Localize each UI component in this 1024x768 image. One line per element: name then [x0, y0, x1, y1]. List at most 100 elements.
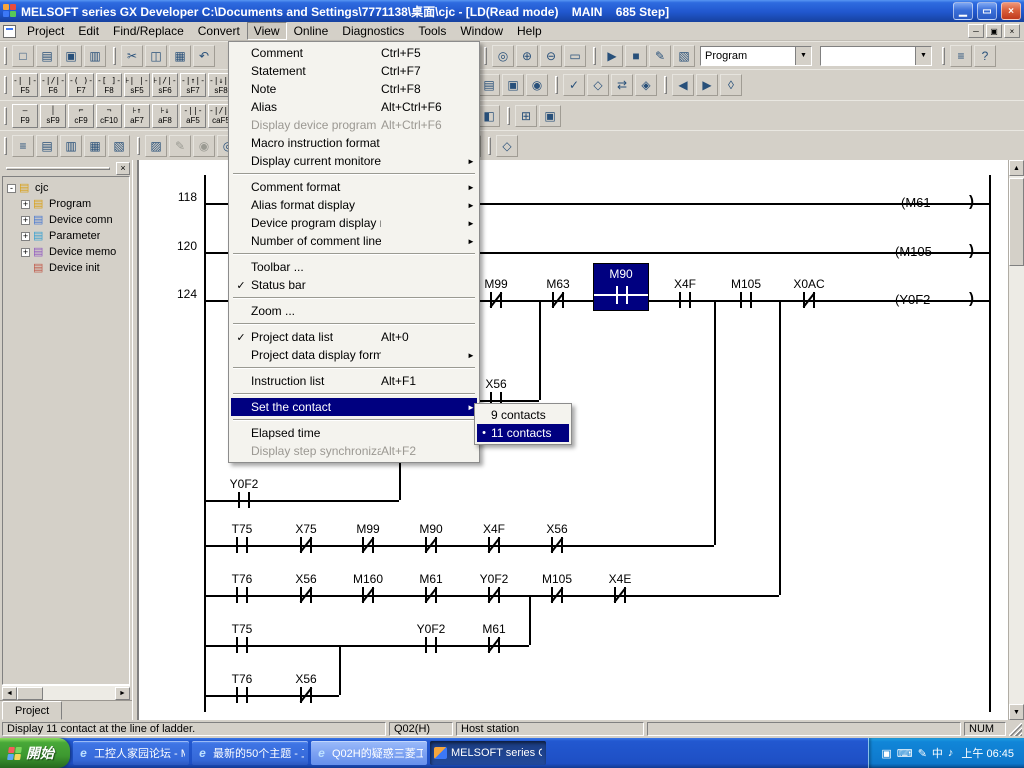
tree-item-device-comn[interactable]: +▤Device comn — [5, 212, 127, 228]
menu-item-alias-format-display[interactable]: Alias format display► — [231, 196, 477, 214]
tree-item-program[interactable]: +▤Program — [5, 196, 127, 212]
expand-icon[interactable]: + — [21, 200, 30, 209]
contact-m61[interactable]: M61 — [464, 622, 524, 656]
tree-item-device-init[interactable]: ▤Device init — [5, 260, 127, 276]
contact-m99[interactable]: M99 — [338, 522, 398, 556]
taskbar-task[interactable]: e最新的50个主题 - 工... — [192, 741, 308, 765]
contact-x4f[interactable]: X4F — [464, 522, 524, 556]
tree-item-parameter[interactable]: +▤Parameter — [5, 228, 127, 244]
menu-item-elapsed-time[interactable]: Elapsed time — [231, 424, 477, 442]
menu-item-project-data-display-format[interactable]: Project data display format► — [231, 346, 477, 364]
menu-convert[interactable]: Convert — [191, 22, 247, 40]
child-restore-button[interactable]: ▣ — [986, 24, 1002, 38]
scroll-up-icon[interactable]: ▲ — [1009, 160, 1024, 176]
hscroll-thumb[interactable] — [17, 687, 43, 700]
menu-window[interactable]: Window — [453, 22, 510, 40]
menu-item-instruction-list[interactable]: Instruction listAlt+F1 — [231, 372, 477, 390]
zoom-fit-icon[interactable]: ▭ — [564, 45, 586, 67]
chevron-down-icon[interactable]: ▼ — [915, 47, 931, 65]
contact-x75[interactable]: X75 — [276, 522, 336, 556]
project-data-list-icon[interactable]: ≡ — [950, 45, 972, 67]
zoom-in-icon[interactable]: ⊕ — [516, 45, 538, 67]
contact-x56[interactable]: X56 — [527, 522, 587, 556]
buffer-memory-monitor-icon[interactable]: ▣ — [502, 74, 524, 96]
undo-icon[interactable]: ↶ — [193, 45, 215, 67]
read-from-plc-icon[interactable]: ◀ — [672, 74, 694, 96]
panel-close-button[interactable]: × — [116, 162, 130, 175]
project-data-list-toggle-icon[interactable]: ≡ — [12, 135, 34, 157]
child-close-button[interactable]: × — [1004, 24, 1020, 38]
find-icon[interactable]: ◎ — [492, 45, 514, 67]
save-project-icon[interactable]: ▣ — [60, 45, 82, 67]
child-minimize-button[interactable]: ─ — [968, 24, 984, 38]
new-project-icon[interactable]: □ — [12, 45, 34, 67]
vscroll-thumb[interactable] — [1009, 178, 1024, 266]
menu-item-toolbar[interactable]: Toolbar ... — [231, 258, 477, 276]
cut-icon[interactable]: ✂ — [121, 45, 143, 67]
expand-icon[interactable]: + — [21, 248, 30, 257]
menu-item-display-device-program[interactable]: Display device programAlt+Ctrl+F6 — [231, 116, 477, 134]
delete-vertical-line-cf10-button[interactable]: ¬cF10 — [96, 104, 122, 128]
contact-m160[interactable]: M160 — [338, 572, 398, 606]
tray-volume-icon[interactable]: ♪ — [948, 747, 954, 759]
statement-icon[interactable]: ▥ — [60, 135, 82, 157]
collapse-icon[interactable]: - — [7, 184, 16, 193]
help-icon[interactable]: ? — [974, 45, 996, 67]
parameter-check-icon[interactable]: ◇ — [587, 74, 609, 96]
parallel-open-contact-sf5-button[interactable]: ⊦| |-sF5 — [124, 73, 150, 97]
application-instruction-f8-button[interactable]: -[ ]-F8 — [96, 73, 122, 97]
project-tab[interactable]: Project — [2, 701, 62, 720]
contact-x56[interactable]: X56 — [276, 572, 336, 606]
write-to-plc-icon[interactable]: ▶ — [696, 74, 718, 96]
tree-hscrollbar[interactable]: ◄ ► — [2, 685, 130, 700]
contact-y0f2[interactable]: Y0F2 — [464, 572, 524, 606]
close-button[interactable]: × — [1001, 2, 1021, 20]
contact-x4e[interactable]: X4E — [590, 572, 650, 606]
program-check-icon[interactable]: ✓ — [563, 74, 585, 96]
tray-keyboard-icon[interactable]: ⌨ — [897, 747, 913, 760]
expand-icon[interactable]: + — [21, 232, 30, 241]
menu-online[interactable]: Online — [287, 22, 336, 40]
note-icon[interactable]: ▦ — [84, 135, 106, 157]
menu-item-device-program-display-mode[interactable]: Device program display mode► — [231, 214, 477, 232]
secondary-combo[interactable]: ▼ — [820, 46, 932, 66]
menu-item-display-step-synchronization[interactable]: Display step synchronizationAlt+F2 — [231, 442, 477, 460]
menu-item-status-bar[interactable]: ✓Status bar — [231, 276, 477, 294]
coil-f7-button[interactable]: -( )-F7 — [68, 73, 94, 97]
contact-m61[interactable]: M61 — [401, 572, 461, 606]
chevron-down-icon[interactable]: ▼ — [795, 47, 811, 65]
vertical-line-sf9-button[interactable]: │sF9 — [40, 104, 66, 128]
ladder-cursor-cell[interactable]: M90 — [593, 263, 649, 311]
menu-find-replace[interactable]: Find/Replace — [106, 22, 191, 40]
alias-icon[interactable]: ▧ — [108, 135, 130, 157]
device-monitor-icon[interactable]: ▨ — [145, 135, 167, 157]
contact-m105[interactable]: M105 — [527, 572, 587, 606]
scroll-right-icon[interactable]: ► — [115, 687, 130, 700]
menu-edit[interactable]: Edit — [71, 22, 106, 40]
contact-t75[interactable]: T75 — [212, 522, 272, 556]
trace-icon[interactable]: ◉ — [193, 135, 215, 157]
menu-item-project-data-list[interactable]: ✓Project data listAlt+0 — [231, 328, 477, 346]
scroll-down-icon[interactable]: ▼ — [1009, 704, 1024, 720]
tray-ime-icon[interactable]: 中 — [932, 745, 943, 761]
menu-view[interactable]: View — [247, 22, 287, 40]
menu-item-alias[interactable]: AliasAlt+Ctrl+F6 — [231, 98, 477, 116]
menu-item-number-of-comment-lines[interactable]: Number of comment lines► — [231, 232, 477, 250]
taskbar-task[interactable]: e工控人家园论坛 - Mi... — [73, 741, 189, 765]
resize-grip[interactable] — [1009, 723, 1022, 736]
menu-help[interactable]: Help — [510, 22, 549, 40]
menu-project[interactable]: Project — [20, 22, 71, 40]
open-contact-f5-button[interactable]: -| |-F5 — [12, 73, 38, 97]
tray-pen-icon[interactable]: ✎ — [918, 747, 927, 760]
contact-t76[interactable]: T76 — [212, 672, 272, 706]
tray-network-icon[interactable]: ▣ — [881, 747, 891, 760]
taskbar-task[interactable]: eQ02H的疑惑三菱工... — [311, 741, 427, 765]
start-monitor-icon[interactable]: ▶ — [601, 45, 623, 67]
tree-root[interactable]: - ▤ cjc — [5, 180, 127, 196]
contact-m105[interactable]: M105 — [716, 277, 776, 311]
menu-item-comment-format[interactable]: Comment format► — [231, 178, 477, 196]
contact-t75[interactable]: T75 — [212, 622, 272, 656]
comment-icon[interactable]: ▤ — [36, 135, 58, 157]
paste-icon[interactable]: ▦ — [169, 45, 191, 67]
delete-horizontal-line-cf9-button[interactable]: ⌐cF9 — [68, 104, 94, 128]
